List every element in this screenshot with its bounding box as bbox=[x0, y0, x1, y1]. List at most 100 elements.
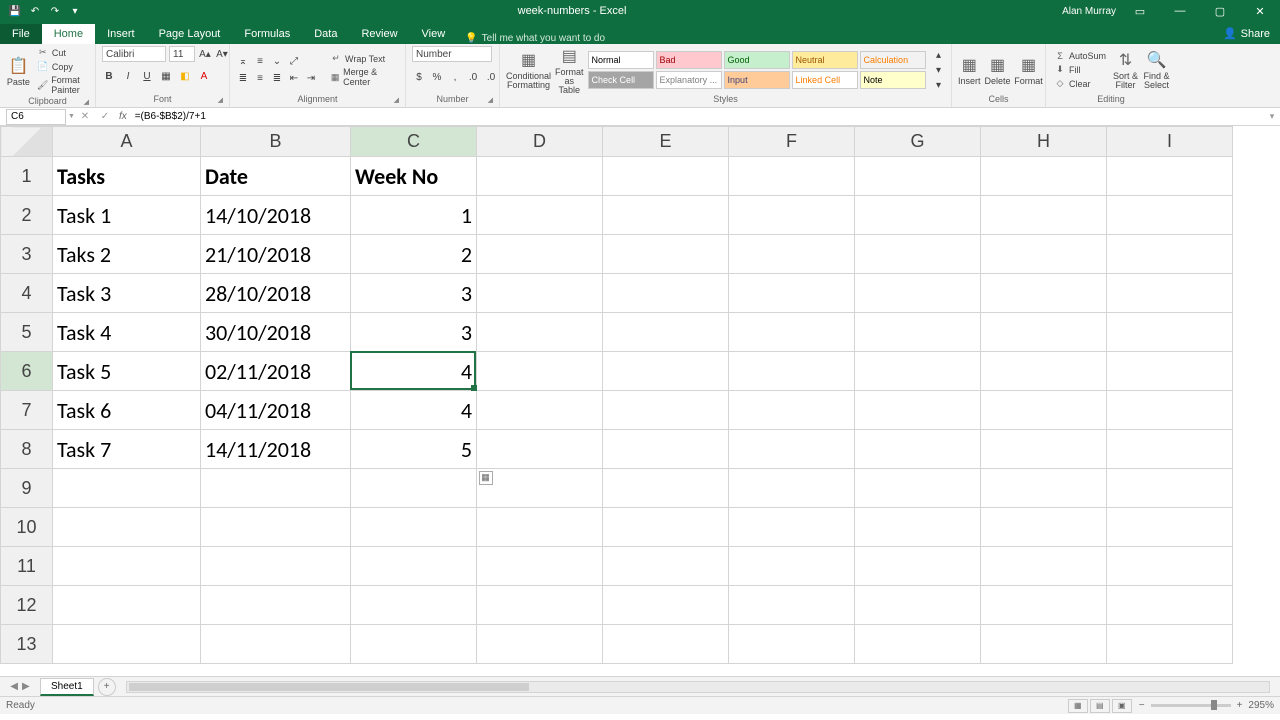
cell-D13[interactable] bbox=[477, 625, 603, 664]
col-header-G[interactable]: G bbox=[855, 127, 981, 157]
expand-formula-icon[interactable]: ▾ bbox=[1264, 111, 1280, 122]
cell-D7[interactable] bbox=[477, 391, 603, 430]
cell-C1[interactable]: Week No bbox=[351, 157, 477, 196]
namebox-dropdown-icon[interactable]: ▼ bbox=[68, 113, 75, 120]
cell-B13[interactable] bbox=[201, 625, 351, 664]
cell-B9[interactable] bbox=[201, 469, 351, 508]
cell-F3[interactable] bbox=[729, 235, 855, 274]
share-button[interactable]: 👤 Share bbox=[1213, 23, 1280, 44]
cell-G13[interactable] bbox=[855, 625, 981, 664]
cell-E4[interactable] bbox=[603, 274, 729, 313]
cell-F9[interactable] bbox=[729, 469, 855, 508]
cell-E7[interactable] bbox=[603, 391, 729, 430]
row-header-8[interactable]: 8 bbox=[1, 430, 53, 469]
enter-formula-icon[interactable]: ✓ bbox=[97, 111, 113, 122]
cell-E13[interactable] bbox=[603, 625, 729, 664]
style-explanatory-[interactable]: Explanatory ... bbox=[656, 71, 722, 89]
merge-center-button[interactable]: ▦Merge & Center bbox=[328, 66, 399, 88]
style-neutral[interactable]: Neutral bbox=[792, 51, 858, 69]
cell-G10[interactable] bbox=[855, 508, 981, 547]
tab-view[interactable]: View bbox=[410, 24, 458, 44]
orientation-icon[interactable]: ⤢ bbox=[287, 55, 301, 69]
increase-indent-icon[interactable]: ⇥ bbox=[304, 72, 318, 86]
cell-C11[interactable] bbox=[351, 547, 477, 586]
italic-button[interactable]: I bbox=[121, 69, 135, 83]
cell-H8[interactable] bbox=[981, 430, 1107, 469]
cell-I2[interactable] bbox=[1107, 196, 1233, 235]
cell-G7[interactable] bbox=[855, 391, 981, 430]
cell-H11[interactable] bbox=[981, 547, 1107, 586]
autofill-options-icon[interactable]: ▦ bbox=[479, 471, 493, 485]
sheet-tab[interactable]: Sheet1 bbox=[40, 678, 94, 696]
cell-H12[interactable] bbox=[981, 586, 1107, 625]
cut-button[interactable]: ✂Cut bbox=[35, 46, 89, 59]
zoom-level[interactable]: 295% bbox=[1248, 700, 1274, 711]
align-bottom-icon[interactable]: ⌄ bbox=[270, 55, 284, 69]
cell-A9[interactable] bbox=[53, 469, 201, 508]
fill-color-icon[interactable]: ◧ bbox=[178, 69, 192, 83]
sort-filter-button[interactable]: ⇅Sort & Filter bbox=[1112, 48, 1139, 92]
cell-F1[interactable] bbox=[729, 157, 855, 196]
row-header-7[interactable]: 7 bbox=[1, 391, 53, 430]
cell-D11[interactable] bbox=[477, 547, 603, 586]
align-left-icon[interactable]: ≣ bbox=[236, 72, 250, 86]
cell-E12[interactable] bbox=[603, 586, 729, 625]
autosum-button[interactable]: ΣAutoSum bbox=[1052, 50, 1108, 62]
cell-C7[interactable]: 4 bbox=[351, 391, 477, 430]
cell-E8[interactable] bbox=[603, 430, 729, 469]
font-color-icon[interactable]: A bbox=[197, 69, 211, 83]
row-header-1[interactable]: 1 bbox=[1, 157, 53, 196]
tab-review[interactable]: Review bbox=[349, 24, 409, 44]
cell-F8[interactable] bbox=[729, 430, 855, 469]
cell-C12[interactable] bbox=[351, 586, 477, 625]
maximize-icon[interactable]: ▢ bbox=[1204, 0, 1236, 22]
cell-C2[interactable]: 1 bbox=[351, 196, 477, 235]
tell-me[interactable]: 💡 Tell me what you want to do bbox=[465, 33, 605, 44]
col-header-D[interactable]: D bbox=[477, 127, 603, 157]
page-layout-view-icon[interactable]: ▤ bbox=[1090, 699, 1110, 713]
cell-B7[interactable]: 04/11/2018 bbox=[201, 391, 351, 430]
tab-page-layout[interactable]: Page Layout bbox=[147, 24, 233, 44]
cell-H7[interactable] bbox=[981, 391, 1107, 430]
wrap-text-button[interactable]: ↵Wrap Text bbox=[328, 52, 399, 65]
cell-G8[interactable] bbox=[855, 430, 981, 469]
cell-G6[interactable] bbox=[855, 352, 981, 391]
row-header-12[interactable]: 12 bbox=[1, 586, 53, 625]
cell-B8[interactable]: 14/11/2018 bbox=[201, 430, 351, 469]
cell-D10[interactable] bbox=[477, 508, 603, 547]
align-right-icon[interactable]: ≣ bbox=[270, 72, 284, 86]
cell-H2[interactable] bbox=[981, 196, 1107, 235]
row-header-3[interactable]: 3 bbox=[1, 235, 53, 274]
cell-I8[interactable] bbox=[1107, 430, 1233, 469]
cell-A6[interactable]: Task 5 bbox=[53, 352, 201, 391]
style-note[interactable]: Note bbox=[860, 71, 926, 89]
cell-A10[interactable] bbox=[53, 508, 201, 547]
cell-G5[interactable] bbox=[855, 313, 981, 352]
find-select-button[interactable]: 🔍Find & Select bbox=[1143, 48, 1170, 92]
cell-C10[interactable] bbox=[351, 508, 477, 547]
row-header-9[interactable]: 9 bbox=[1, 469, 53, 508]
cell-A8[interactable]: Task 7 bbox=[53, 430, 201, 469]
spreadsheet-grid[interactable]: ABCDEFGHI1TasksDateWeek No2Task 114/10/2… bbox=[0, 126, 1280, 676]
row-header-5[interactable]: 5 bbox=[1, 313, 53, 352]
format-cells-button[interactable]: ▦Format bbox=[1015, 48, 1043, 92]
cell-H1[interactable] bbox=[981, 157, 1107, 196]
paste-button[interactable]: 📋 Paste bbox=[6, 49, 31, 93]
clipboard-launcher-icon[interactable]: ◢ bbox=[84, 98, 89, 106]
cell-G3[interactable] bbox=[855, 235, 981, 274]
cell-B1[interactable]: Date bbox=[201, 157, 351, 196]
cell-D8[interactable] bbox=[477, 430, 603, 469]
tab-file[interactable]: File bbox=[0, 24, 42, 44]
cell-E11[interactable] bbox=[603, 547, 729, 586]
cell-H5[interactable] bbox=[981, 313, 1107, 352]
cell-C6[interactable]: 4 bbox=[351, 352, 477, 391]
zoom-in-icon[interactable]: + bbox=[1237, 700, 1243, 711]
cell-B2[interactable]: 14/10/2018 bbox=[201, 196, 351, 235]
cell-H3[interactable] bbox=[981, 235, 1107, 274]
cell-G2[interactable] bbox=[855, 196, 981, 235]
cell-A1[interactable]: Tasks bbox=[53, 157, 201, 196]
styles-up-icon[interactable]: ▴ bbox=[932, 48, 946, 62]
cell-I1[interactable] bbox=[1107, 157, 1233, 196]
cell-D2[interactable] bbox=[477, 196, 603, 235]
cell-E3[interactable] bbox=[603, 235, 729, 274]
